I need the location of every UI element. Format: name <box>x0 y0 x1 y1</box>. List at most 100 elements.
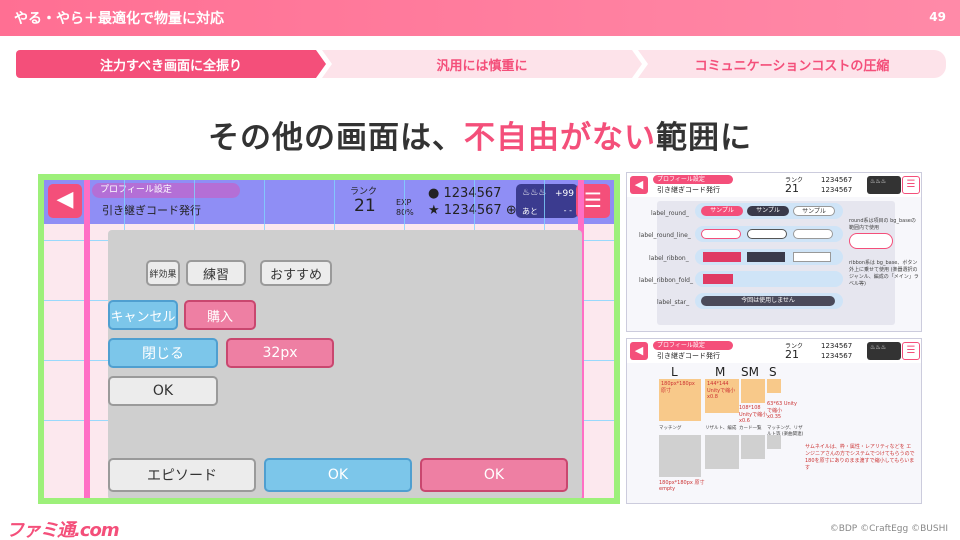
coin-icon: ● <box>428 186 444 201</box>
ribbon-chip <box>747 252 785 262</box>
mini-lp-panel: ♨♨♨ <box>867 176 901 194</box>
bottom-note: 180px*180px 原寸 empty <box>659 480 705 492</box>
mini-lp-panel: ♨♨♨ <box>867 342 901 360</box>
mini-rank-value: 21 <box>785 348 799 361</box>
size32-button[interactable]: 32px <box>226 338 334 368</box>
mini-coin-1: 1234567 <box>821 176 853 184</box>
row-label: label_ribbon_ <box>649 255 689 262</box>
mock-header: ◀ プロフィール設定 引き継ぎコード発行 ランク 21 EXP 80% ● 12… <box>44 180 614 224</box>
mini-subtitle: 引き継ぎコード発行 <box>657 186 720 194</box>
episode-button[interactable]: エピソード <box>108 458 256 492</box>
step-3: コミュニケーションコストの圧縮 <box>638 50 946 78</box>
mini-header: ◀ プロフィール設定 引き継ぎコード発行 ランク 21 1234567 1234… <box>627 173 921 197</box>
back-arrow-icon[interactable]: ◀ <box>48 184 82 218</box>
round-note: round系は項目の bg_baseの範囲内で使用 <box>849 218 916 231</box>
ok-small-button[interactable]: OK <box>108 376 218 406</box>
step-2: 汎用には慎重に <box>322 50 642 78</box>
round-line-chip <box>793 229 833 239</box>
box-note: 63*63 Unityで縮小 x0.35 <box>767 401 797 420</box>
thumb-box-s <box>767 379 781 393</box>
famitsu-logo: ファミ通.com <box>6 520 120 540</box>
headline-suffix: 範囲に <box>656 120 752 156</box>
thumbnail-size-mockup: ◀ プロフィール設定 引き継ぎコード発行 ランク 21 1234567 1234… <box>626 338 922 504</box>
coin-value-2: ★ 1234567 ⊕ <box>428 203 517 218</box>
profile-tag: プロフィール設定 <box>92 183 240 198</box>
ribbon-note: ribbon系は bg_base、ボタン外上に乗せて使用 (楽器選択のジャンル、… <box>849 260 919 287</box>
rank-value: 21 <box>354 196 376 216</box>
mock-subtitle: 引き継ぎコード発行 <box>102 204 201 217</box>
ok-blue-button[interactable]: OK <box>264 458 412 492</box>
round-line-chip <box>701 229 741 239</box>
mini-rank-value: 21 <box>785 182 799 195</box>
slide-header: やる・やら＋最適化で物量に対応 49 <box>0 0 960 36</box>
coin-value-1-text: 1234567 <box>443 186 502 201</box>
slide-title: やる・やら＋最適化で物量に対応 <box>14 11 224 27</box>
mini-coin-2: 1234567 <box>821 186 853 194</box>
lp-flame-icon: ♨♨♨ <box>522 188 547 198</box>
kizuna-button[interactable]: 絆効果 <box>146 260 180 286</box>
avatar-placeholder-icon <box>659 435 701 477</box>
size-label-l: L <box>671 365 678 379</box>
lp-label: あと <box>522 207 538 216</box>
star-chip: 今回は使用しません <box>701 296 835 306</box>
step-indicator: 注力すべき画面に全振り 汎用には慎重に コミュニケーションコストの圧縮 <box>16 50 946 78</box>
avatar-label: カード一覧 <box>739 426 762 431</box>
mini-profile-tag: プロフィール設定 <box>653 341 733 350</box>
ok-pink-button[interactable]: OK <box>420 458 568 492</box>
avatar-label: リザルト、編成 <box>705 426 737 431</box>
coin-value-2-text: 1234567 <box>443 203 502 218</box>
button-panel: 絆効果 練習 おすすめ キャンセル 購入 閉じる 32px OK エピソード O… <box>108 230 582 498</box>
safe-area-bar-left <box>84 180 90 498</box>
lp-gain: +99 <box>555 189 574 199</box>
avatar-placeholder-icon <box>705 435 739 469</box>
row-label: label_star_ <box>657 299 690 306</box>
mini-coin-2: 1234567 <box>821 352 853 360</box>
row-label: label_ribbon_fold_ <box>639 277 693 284</box>
avatar-placeholder-icon <box>741 435 765 459</box>
mini-header: ◀ プロフィール設定 引き継ぎコード発行 ランク 21 1234567 1234… <box>627 339 921 363</box>
thumb-box-sm <box>741 379 765 403</box>
headline-accent: 不自由がない <box>464 120 656 156</box>
label-parts-mockup: ◀ プロフィール設定 引き継ぎコード発行 ランク 21 1234567 1234… <box>626 172 922 332</box>
box-note: 180px*180px 原寸 <box>661 381 695 394</box>
main-ui-mockup: ◀ プロフィール設定 引き継ぎコード発行 ランク 21 EXP 80% ● 12… <box>38 174 620 504</box>
label-chip: サンプル <box>793 206 835 216</box>
ribbon-chip <box>703 252 741 262</box>
size-label-sm: SM <box>741 365 759 379</box>
hamburger-menu-icon[interactable]: ☰ <box>902 176 920 194</box>
mini-subtitle: 引き継ぎコード発行 <box>657 352 720 360</box>
ribbon-fold-chip <box>703 274 733 284</box>
recommend-button[interactable]: おすすめ <box>260 260 332 286</box>
lp-time: - - <box>563 206 572 215</box>
page-number: 49 <box>929 10 946 24</box>
cancel-button[interactable]: キャンセル <box>108 300 178 330</box>
row-label: label_round_ <box>651 210 689 217</box>
hamburger-menu-icon[interactable]: ☰ <box>902 342 920 360</box>
label-chip: サンプル <box>747 206 789 216</box>
mini-profile-tag: プロフィール設定 <box>653 175 733 184</box>
mini-coin-1: 1234567 <box>821 342 853 350</box>
purchase-button[interactable]: 購入 <box>184 300 256 330</box>
step-1-active: 注力すべき画面に全振り <box>16 50 326 78</box>
size-label-s: S <box>769 365 777 379</box>
label-chip: サンプル <box>701 206 743 216</box>
box-note: 108*108 Unityで縮小 x0.6 <box>739 405 768 424</box>
star-icon: ★ <box>428 203 444 218</box>
box-note: 144*144 Unityで縮小 x0.8 <box>707 381 736 400</box>
coin-value-1: ● 1234567 <box>428 186 501 201</box>
copyright-credit: ©BDP ©CraftEgg ©BUSHI <box>829 524 948 534</box>
close-button[interactable]: 閉じる <box>108 338 218 368</box>
right-note: サムネイルは、枠・属性・レアリティなどを エンジニアさんの方でシステムでつけても… <box>805 444 915 471</box>
back-arrow-icon[interactable]: ◀ <box>630 342 648 360</box>
size-label-m: M <box>715 365 726 379</box>
row-label: label_round_line_ <box>639 232 691 239</box>
round-line-chip <box>747 229 787 239</box>
headline-prefix: その他の画面は、 <box>208 120 464 156</box>
practice-button[interactable]: 練習 <box>186 260 246 286</box>
lp-panel: ♨♨♨ +99 あと - - <box>516 184 578 218</box>
ribbon-chip <box>793 252 831 262</box>
avatar-placeholder-icon <box>767 435 781 449</box>
back-arrow-icon[interactable]: ◀ <box>630 176 648 194</box>
round-sample <box>849 233 893 249</box>
avatar-label: マッチング <box>659 426 682 431</box>
